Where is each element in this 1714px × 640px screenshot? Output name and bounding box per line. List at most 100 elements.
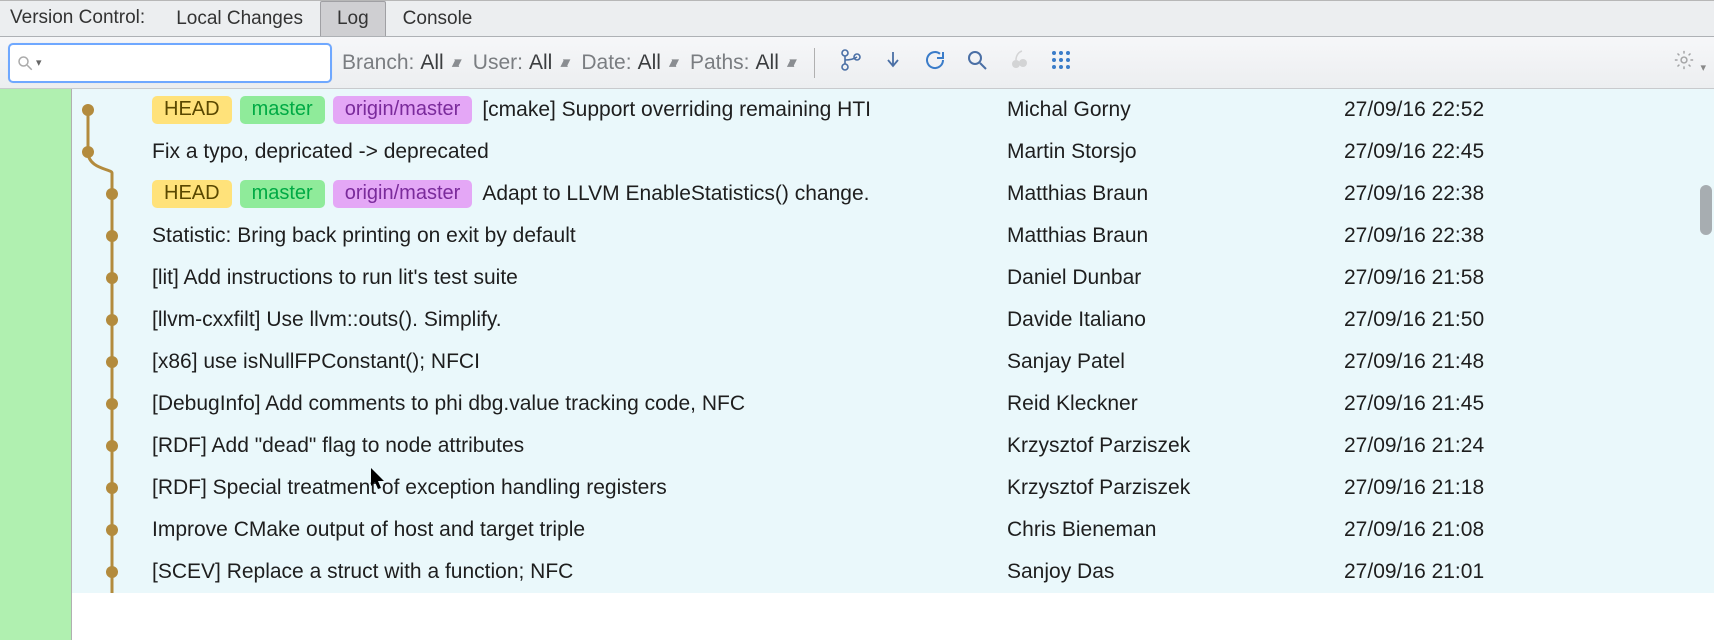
vc-label: Version Control: (0, 1, 159, 36)
search-wrap[interactable]: ▾ (8, 43, 332, 83)
filter-user-label: User: (473, 51, 523, 75)
graph-cell (72, 299, 152, 341)
search-input[interactable] (48, 52, 324, 73)
ref-origin: origin/master (333, 180, 473, 208)
commit-date: 27/09/16 21:50 (1344, 308, 1484, 332)
commit-message: [llvm-cxxfilt] Use llvm::outs(). Simplif… (152, 308, 502, 332)
graph-cell (72, 131, 152, 173)
commit-author: Sanjoy Das (1007, 560, 1114, 584)
commit-date: 27/09/16 22:45 (1344, 140, 1484, 164)
graph-cell (72, 509, 152, 551)
commit-author: Michal Gorny (1007, 98, 1131, 122)
commit-message: Adapt to LLVM EnableStatistics() change. (482, 182, 869, 206)
table-row[interactable]: clangHEADmasterorigin/masterAdapt to LLV… (72, 173, 1714, 215)
table-row[interactable]: Fix a typo, depricated -> deprecated Mart… (72, 131, 1714, 173)
table-row[interactable]: [SCEV] Replace a struct with a function;… (72, 551, 1714, 593)
ref-master: master (240, 180, 325, 208)
branch-graph-icon[interactable] (839, 48, 863, 78)
commit-message: [cmake] Support overriding remaining HTI (482, 98, 871, 122)
graph-cell (72, 89, 152, 131)
commit-date: 27/09/16 21:48 (1344, 350, 1484, 374)
log-toolbar: ▾ Branch: All ▴▾ User: All ▴▾ Date: All … (0, 37, 1714, 89)
arrow-down-icon[interactable] (881, 48, 905, 78)
commit-date: 27/09/16 21:18 (1344, 476, 1484, 500)
filter-branch-label: Branch: (342, 51, 414, 75)
ref-master: master (240, 96, 325, 124)
table-row[interactable]: Improve CMake output of host and target … (72, 509, 1714, 551)
search-options-icon[interactable]: ▾ (36, 56, 42, 69)
ref-group: HEADmasterorigin/master (152, 96, 472, 124)
table-row[interactable]: [RDF] Special treatment of exception han… (72, 467, 1714, 509)
commit-list[interactable]: llvmHEADmasterorigin/master[cmake] Suppo… (72, 89, 1714, 640)
tab-log[interactable]: Log (320, 1, 386, 36)
grid-icon[interactable] (1049, 48, 1073, 78)
log-area: llvmHEADmasterorigin/master[cmake] Suppo… (0, 89, 1714, 640)
filter-branch-value: All (420, 51, 443, 75)
filter-user[interactable]: User: All ▴▾ (473, 51, 566, 75)
graph-cell (72, 173, 152, 215)
filter-date[interactable]: Date: All ▴▾ (581, 51, 674, 75)
ref-origin: origin/master (333, 96, 473, 124)
filter-paths[interactable]: Paths: All ▴▾ (690, 51, 792, 75)
tab-console[interactable]: Console (386, 1, 490, 36)
sort-icon: ▴▾ (452, 55, 457, 70)
commit-author: Krzysztof Parziszek (1007, 476, 1190, 500)
commit-date: 27/09/16 22:52 (1344, 98, 1484, 122)
commit-date: 27/09/16 21:58 (1344, 266, 1484, 290)
graph-cell (72, 215, 152, 257)
repo-gutter (0, 89, 72, 640)
table-row[interactable]: [DebugInfo] Add comments to phi dbg.valu… (72, 383, 1714, 425)
toolbar-separator (814, 48, 815, 78)
sort-icon: ▴▾ (669, 55, 674, 70)
filter-user-value: All (529, 51, 552, 75)
commit-author: Davide Italiano (1007, 308, 1146, 332)
ref-group: HEAD master origin/master (152, 180, 472, 208)
graph-cell (72, 551, 152, 593)
commit-date: 27/09/16 22:38 (1344, 182, 1484, 206)
tab-local-changes[interactable]: Local Changes (159, 1, 320, 36)
graph-cell (72, 383, 152, 425)
commit-message: Fix a typo, depricated -> deprecated (152, 140, 489, 164)
graph-cell (72, 425, 152, 467)
commit-author: Matthias Braun (1007, 224, 1148, 248)
search-icon (16, 54, 34, 72)
filter-branch[interactable]: Branch: All ▴▾ (342, 51, 457, 75)
graph-cell (72, 467, 152, 509)
table-row[interactable]: [llvm-cxxfilt] Use llvm::outs(). Simplif… (72, 299, 1714, 341)
commit-author: Matthias Braun (1007, 182, 1148, 206)
vcs-log-panel: Version Control: Local ChangesLogConsole… (0, 0, 1714, 640)
cherry-pick-icon[interactable] (1007, 48, 1031, 78)
filter-paths-label: Paths: (690, 51, 750, 75)
commit-author: Reid Kleckner (1007, 392, 1138, 416)
commit-date: 27/09/16 21:08 (1344, 518, 1484, 542)
commit-message: Statistic: Bring back printing on exit b… (152, 224, 576, 248)
commit-message: [DebugInfo] Add comments to phi dbg.valu… (152, 392, 745, 416)
commit-date: 27/09/16 21:45 (1344, 392, 1484, 416)
gear-icon[interactable]: ▾ (1673, 49, 1706, 77)
commit-author: Daniel Dunbar (1007, 266, 1141, 290)
toolbar-icons (839, 48, 1073, 78)
commit-author: Martin Storsjo (1007, 140, 1137, 164)
sort-icon: ▴▾ (560, 55, 565, 70)
ref-head: HEAD (152, 180, 232, 208)
filter-date-label: Date: (581, 51, 631, 75)
commit-message: [RDF] Special treatment of exception han… (152, 476, 667, 500)
commit-message: [RDF] Add "dead" flag to node attributes (152, 434, 524, 458)
top-tabs: Version Control: Local ChangesLogConsole (0, 1, 1714, 37)
refresh-icon[interactable] (923, 48, 947, 78)
filter-date-value: All (638, 51, 661, 75)
commit-author: Sanjay Patel (1007, 350, 1125, 374)
table-row[interactable]: [lit] Add instructions to run lit's test… (72, 257, 1714, 299)
commit-message: Improve CMake output of host and target … (152, 518, 585, 542)
commit-date: 27/09/16 21:01 (1344, 560, 1484, 584)
table-row[interactable]: llvmHEADmasterorigin/master[cmake] Suppo… (72, 89, 1714, 131)
table-row[interactable]: [RDF] Add "dead" flag to node attributes… (72, 425, 1714, 467)
scrollbar-thumb[interactable] (1700, 185, 1712, 235)
commit-message: [lit] Add instructions to run lit's test… (152, 266, 518, 290)
commit-date: 27/09/16 22:38 (1344, 224, 1484, 248)
sort-icon: ▴▾ (787, 55, 792, 70)
table-row[interactable]: [x86] use isNullFPConstant(); NFCISanjay… (72, 341, 1714, 383)
graph-cell (72, 341, 152, 383)
find-icon[interactable] (965, 48, 989, 78)
table-row[interactable]: llvmStatistic: Bring back printing on ex… (72, 215, 1714, 257)
